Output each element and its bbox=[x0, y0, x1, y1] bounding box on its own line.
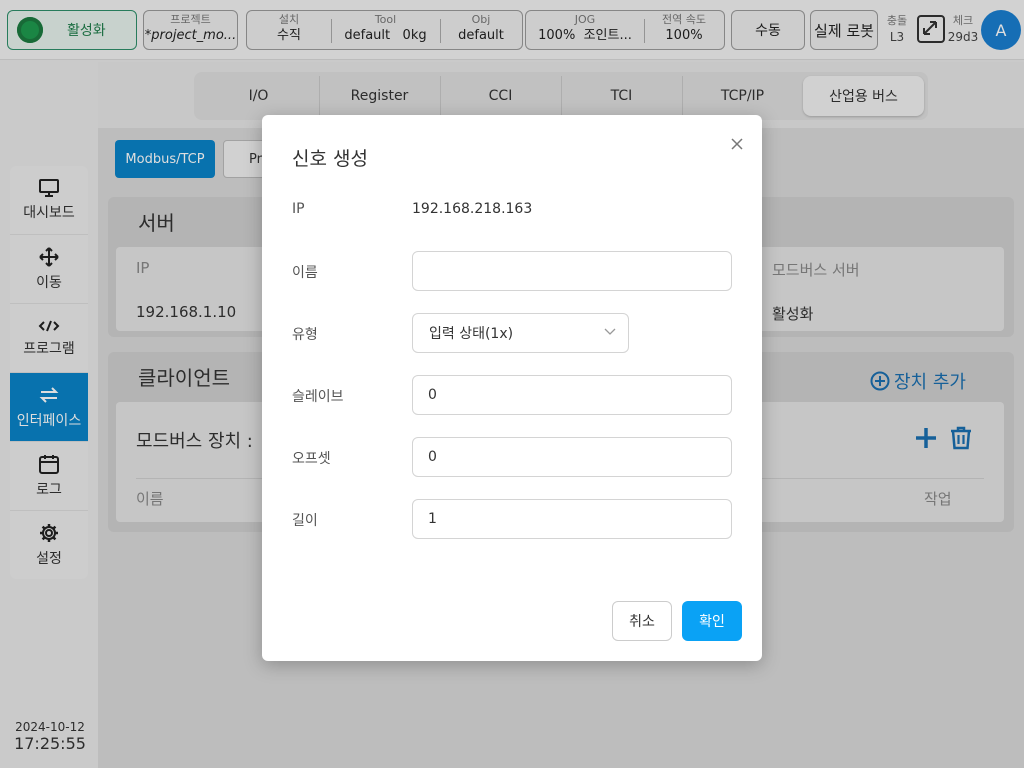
length-label: 길이 bbox=[292, 513, 318, 529]
chevron-down-icon bbox=[604, 328, 616, 335]
length-input[interactable] bbox=[412, 499, 732, 539]
slave-input[interactable] bbox=[412, 375, 732, 415]
create-signal-dialog: 신호 생성 IP 192.168.218.163 이름 유형 입력 상태(1x)… bbox=[262, 115, 762, 661]
ip-label: IP bbox=[292, 201, 305, 217]
name-label: 이름 bbox=[292, 265, 318, 281]
offset-input[interactable] bbox=[412, 437, 732, 477]
name-input[interactable] bbox=[412, 251, 732, 291]
confirm-button[interactable]: 확인 bbox=[682, 601, 742, 641]
type-select-value: 입력 상태(1x) bbox=[429, 326, 514, 342]
type-label: 유형 bbox=[292, 327, 318, 343]
close-icon[interactable] bbox=[730, 137, 744, 151]
slave-label: 슬레이브 bbox=[292, 389, 344, 405]
offset-label: 오프셋 bbox=[292, 451, 331, 467]
dialog-title: 신호 생성 bbox=[292, 148, 368, 170]
type-select[interactable]: 입력 상태(1x) bbox=[412, 313, 629, 353]
ip-value: 192.168.218.163 bbox=[412, 201, 533, 217]
cancel-button[interactable]: 취소 bbox=[612, 601, 672, 641]
